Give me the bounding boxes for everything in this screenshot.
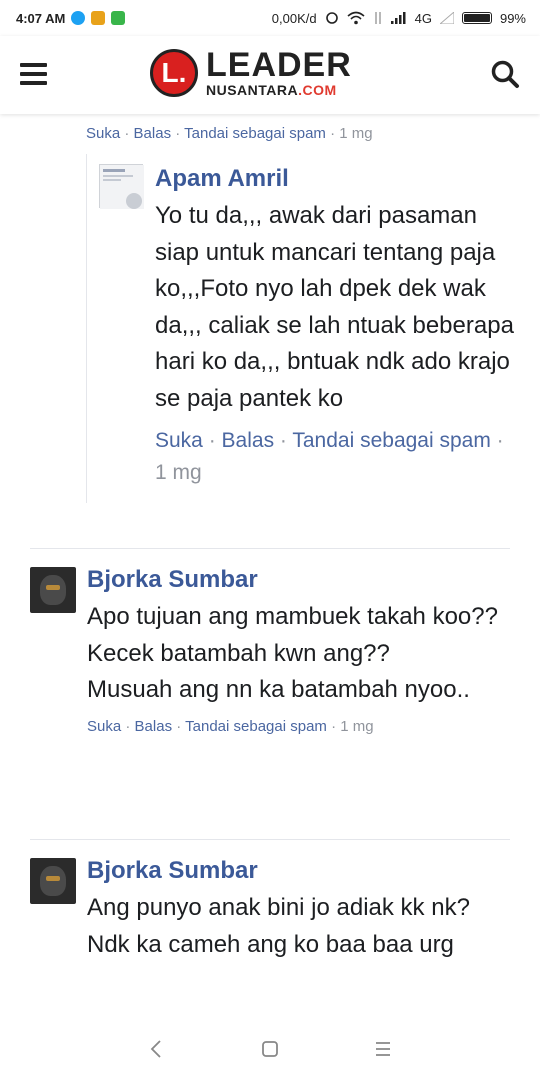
recents-icon[interactable] [370,1036,396,1062]
comment-author[interactable]: Bjorka Sumbar [87,854,520,888]
comment-text: Apo tujuan ang mambuek takah koo?? Kecek… [87,603,498,703]
battery-level: 99% [499,10,526,26]
comment-time[interactable]: 1 mg [340,718,373,735]
status-time: 4:07 AM [16,10,66,26]
comment-text: Ang punyo anak bini jo adiak kk nk? Ndk … [87,894,470,958]
logo-badge: L. [150,48,198,97]
comment: Bjorka Sumbar Apo tujuan ang mambuek tak… [30,549,520,737]
avatar[interactable] [30,858,76,904]
status-bar: 4:07 AM 0,00K/d 4G 99% [0,0,540,36]
network-speed: 0,00K/d [271,10,317,26]
site-header: L. LEADER NUSANTARA.COM [0,36,540,114]
system-navigation-bar [0,1018,540,1080]
back-icon[interactable] [144,1036,170,1062]
hamburger-icon[interactable] [20,63,47,85]
like-link[interactable]: Suka [86,125,120,142]
comment-actions: Suka · Balas · Tandai sebagai spam · 1 m… [86,125,373,142]
comment-time[interactable]: 1 mg [155,461,202,484]
wifi-icon [347,11,365,25]
mark-spam-link[interactable]: Tandai sebagai spam [184,125,326,142]
reply-link[interactable]: Balas [134,125,172,142]
data-transfer-icon [374,12,381,24]
battery-icon [461,12,492,24]
sync-icon [325,12,338,24]
mark-spam-link[interactable]: Tandai sebagai spam [292,429,490,452]
comment-author[interactable]: Bjorka Sumbar [87,563,520,597]
signal-empty-icon [439,12,454,24]
comment-text: Yo tu da,,, awak dari pasaman siap untuk… [155,202,514,412]
app-notification-icon [71,11,86,25]
network-type: 4G [414,10,432,26]
site-logo[interactable]: L. LEADER NUSANTARA.COM [150,48,352,97]
logo-sub-text: NUSANTARA.COM [206,82,337,98]
comment-actions: Suka · Balas · Tandai sebagai spam · 1 m… [155,429,504,484]
search-icon[interactable] [490,59,520,89]
comments-section: Suka · Balas · Tandai sebagai spam · 1 m… [0,114,540,1018]
logo-main-text: LEADER [206,46,352,84]
avatar[interactable] [30,567,76,613]
reply-link[interactable]: Balas [135,718,173,735]
reply-link[interactable]: Balas [222,429,275,452]
app-notification-icon [111,11,126,25]
signal-icon [390,12,406,24]
mark-spam-link[interactable]: Tandai sebagai spam [185,718,327,735]
avatar[interactable] [99,164,144,209]
comment: Bjorka Sumbar Ang punyo anak bini jo adi… [30,840,520,963]
home-icon[interactable] [257,1036,283,1062]
reply-comment: Apam Amril Yo tu da,,, awak dari pasaman… [86,154,516,503]
like-link[interactable]: Suka [87,718,121,735]
like-link[interactable]: Suka [155,429,203,452]
app-notification-icon [91,11,106,25]
avatar-placeholder-icon [100,165,144,209]
comment-author[interactable]: Apam Amril [155,162,516,196]
comment-actions: Suka · Balas · Tandai sebagai spam · 1 m… [87,717,374,735]
comment-time[interactable]: 1 mg [339,125,372,142]
